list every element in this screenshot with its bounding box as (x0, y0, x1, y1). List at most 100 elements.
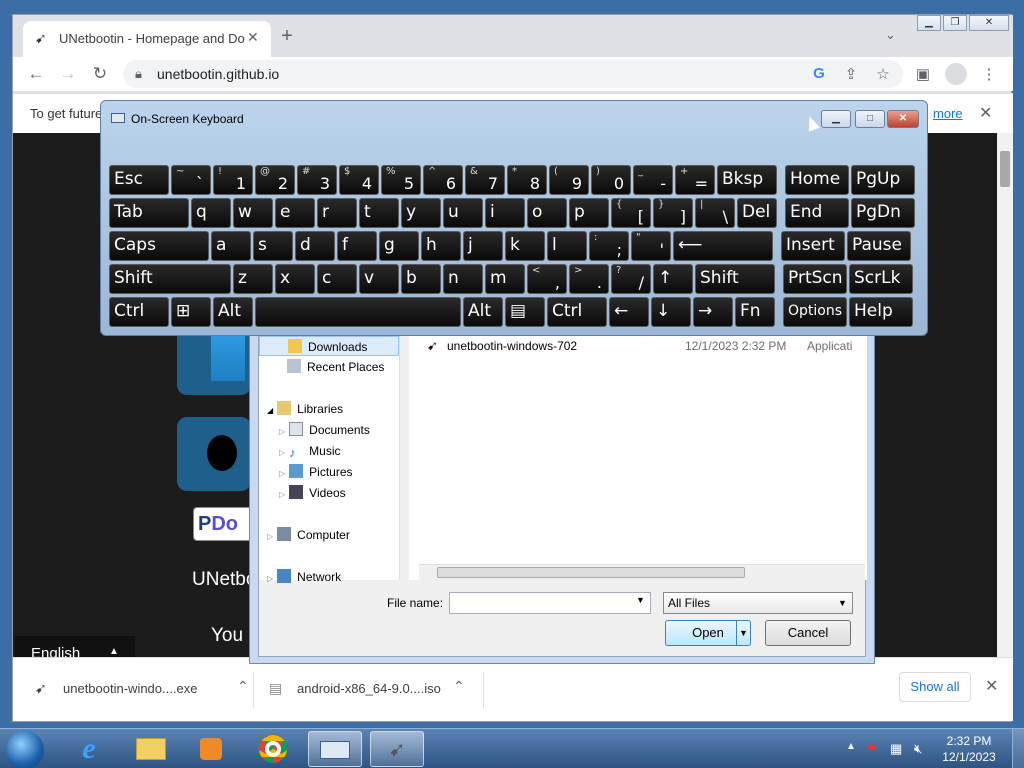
key-space[interactable] (255, 297, 461, 327)
key-fn[interactable]: Fn (735, 297, 775, 327)
new-tab-button[interactable]: + (275, 25, 299, 49)
key-27[interactable]: " ' (631, 231, 671, 261)
share-icon[interactable]: ⇪ (841, 65, 861, 83)
key-n[interactable]: n (443, 264, 483, 294)
close-button[interactable]: ✕ (887, 110, 919, 128)
key-x[interactable]: x (275, 264, 315, 294)
key-tab[interactable]: Tab (109, 198, 189, 228)
start-button[interactable] (6, 731, 44, 768)
chevron-down-icon[interactable]: ▼ (736, 621, 750, 645)
unetbootin-task[interactable]: ➹ (370, 731, 424, 767)
info-bar-link[interactable]: more (933, 106, 963, 121)
key-alt[interactable]: Alt (213, 297, 253, 327)
key-s[interactable]: s (253, 231, 293, 261)
expand-arrow-icon[interactable]: ◢ (267, 406, 273, 415)
nav-item-videos[interactable]: ▷ Videos (279, 483, 346, 503)
key-v[interactable]: v (359, 264, 399, 294)
chevron-down-icon[interactable]: ▼ (636, 595, 645, 605)
on-screen-keyboard-task[interactable] (308, 731, 362, 767)
key-2e[interactable]: >. (569, 264, 609, 294)
key-c[interactable]: c (317, 264, 357, 294)
horizontal-scrollbar[interactable] (419, 564, 865, 580)
minimize-button[interactable]: ▁ (917, 15, 941, 31)
key-options[interactable]: Options (783, 297, 847, 327)
key-1[interactable]: ! 1 (213, 165, 253, 195)
chrome-icon[interactable] (246, 731, 300, 767)
expand-arrow-icon[interactable]: ▷ (279, 427, 285, 436)
cancel-button[interactable]: Cancel (765, 620, 851, 646)
reload-icon[interactable]: ↻ (87, 61, 113, 87)
expand-arrow-icon[interactable]: ▷ (279, 448, 285, 457)
key-e[interactable]: e (275, 198, 315, 228)
key-2190[interactable]: ← (609, 297, 649, 327)
maximize-button[interactable]: □ (855, 110, 885, 128)
key-scrlk[interactable]: ScrLk (849, 264, 913, 294)
key-5c[interactable]: | \ (695, 198, 735, 228)
chevron-up-icon[interactable]: ⌃ (453, 678, 465, 695)
open-button[interactable]: Open ▼ (665, 620, 751, 646)
key-prtscn[interactable]: PrtScn (783, 264, 847, 294)
download-item[interactable]: ➹ unetbootin-windo....exe ⌃ (31, 672, 261, 708)
nav-item-pictures[interactable]: ▷ Pictures (279, 462, 353, 482)
key-229e[interactable]: ⊞ (171, 297, 211, 327)
key-2191[interactable]: ↑ (653, 264, 693, 294)
file-explorer-icon[interactable] (124, 731, 178, 767)
key-5[interactable]: % 5 (381, 165, 421, 195)
key-j[interactable]: j (463, 231, 503, 261)
key-t[interactable]: t (359, 198, 399, 228)
key-25a4[interactable]: ▤ (505, 297, 545, 327)
back-icon[interactable]: ← (23, 61, 49, 87)
media-player-icon[interactable] (184, 731, 238, 767)
key-u[interactable]: u (443, 198, 483, 228)
internet-explorer-icon[interactable]: e (62, 731, 116, 767)
expand-arrow-icon[interactable]: ▷ (279, 469, 285, 478)
key-b[interactable]: b (401, 264, 441, 294)
key-pgup[interactable]: PgUp (851, 165, 915, 195)
key-f[interactable]: f (337, 231, 377, 261)
download-item[interactable]: ▤ android-x86_64-9.0....iso ⌃ (265, 672, 485, 708)
language-selector[interactable]: English ▲ (15, 636, 135, 657)
show-hidden-icons[interactable]: ▲ (846, 741, 856, 752)
key-5d[interactable]: }] (653, 198, 693, 228)
key-h[interactable]: h (421, 231, 461, 261)
key-g[interactable]: g (379, 231, 419, 261)
clock[interactable]: 2:32 PM 12/1/2023 (934, 733, 1004, 765)
key-6[interactable]: ^ 6 (423, 165, 463, 195)
close-tab-icon[interactable]: ✕ (247, 29, 259, 46)
close-download-bar-icon[interactable]: ✕ (985, 676, 998, 696)
show-all-button[interactable]: Show all (899, 672, 971, 702)
address-bar[interactable]: 🔒︎ unetbootin.github.io G ⇪ ☆ (123, 60, 903, 88)
key-5b[interactable]: {[ (611, 198, 651, 228)
key-m[interactable]: m (485, 264, 525, 294)
key-esc[interactable]: Esc (109, 165, 169, 195)
key-3[interactable]: #3 (297, 165, 337, 195)
key-2f[interactable]: ? / (611, 264, 651, 294)
nav-item-documents[interactable]: ▷ Documents (279, 420, 370, 440)
key-2c[interactable]: <, (527, 264, 567, 294)
show-desktop-button[interactable] (1012, 729, 1024, 768)
key-help[interactable]: Help (849, 297, 913, 327)
key-ctrl[interactable]: Ctrl (547, 297, 607, 327)
nav-item-music[interactable]: ▷ ♪ Music (279, 441, 341, 461)
key-pgdn[interactable]: PgDn (851, 198, 915, 228)
key-27f5[interactable]: ⟵ (673, 231, 773, 261)
menu-icon[interactable]: ⋮ (979, 65, 999, 83)
key-q[interactable]: q (191, 198, 231, 228)
bookmark-star-icon[interactable]: ☆ (873, 65, 893, 83)
key-0[interactable]: ) 0 (591, 165, 631, 195)
key-home[interactable]: Home (785, 165, 849, 195)
tab-search-icon[interactable]: ⌄ (885, 27, 896, 43)
minimize-button[interactable]: ▁ (821, 110, 851, 128)
key-caps[interactable]: Caps (109, 231, 209, 261)
key-pause[interactable]: Pause (847, 231, 911, 261)
page-scrollbar[interactable] (997, 133, 1013, 657)
key-4[interactable]: $4 (339, 165, 379, 195)
key-3d[interactable]: + = (675, 165, 715, 195)
key-9[interactable]: (9 (549, 165, 589, 195)
file-type-filter[interactable]: All Files ▼ (663, 592, 853, 614)
key-8[interactable]: * 8 (507, 165, 547, 195)
scroll-thumb[interactable] (1000, 151, 1010, 187)
profile-avatar-icon[interactable] (945, 63, 967, 85)
key-d[interactable]: d (295, 231, 335, 261)
key-y[interactable]: y (401, 198, 441, 228)
